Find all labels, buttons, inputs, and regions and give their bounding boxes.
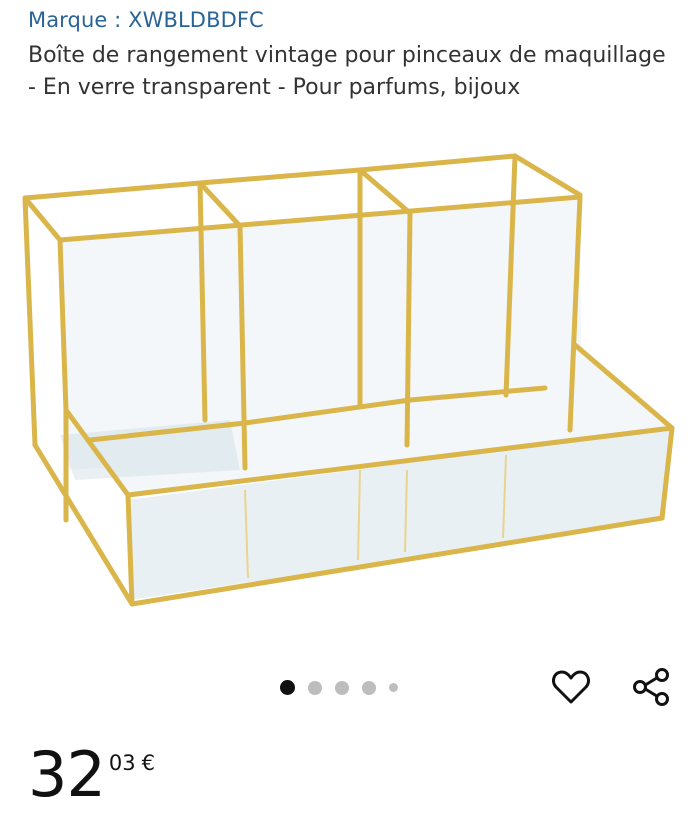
product-price: 32 03 €: [28, 742, 155, 808]
product-image[interactable]: [0, 148, 700, 628]
brand-link[interactable]: Marque : XWBLDBDFC: [28, 8, 264, 32]
image-pagination: [280, 680, 398, 695]
pagination-dot-5[interactable]: [389, 683, 398, 692]
pagination-dot-4[interactable]: [362, 680, 376, 695]
share-icon: [633, 668, 669, 706]
price-cents: 03: [108, 751, 136, 775]
product-title: Boîte de rangement vintage pour pinceaux…: [28, 43, 666, 100]
heart-outline-icon: [552, 670, 590, 704]
pagination-dot-3[interactable]: [335, 680, 349, 695]
pagination-dot-2[interactable]: [308, 680, 322, 695]
price-currency: €: [141, 751, 156, 775]
pagination-dot-1[interactable]: [280, 680, 295, 695]
share-button[interactable]: [628, 664, 674, 710]
price-whole: 32: [28, 738, 106, 811]
favorite-button[interactable]: [548, 664, 594, 710]
